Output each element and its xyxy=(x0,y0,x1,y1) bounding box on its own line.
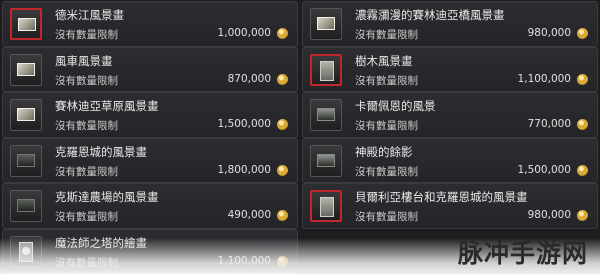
item-name: 濃霧瀰漫的賽林迪亞橋風景畫 xyxy=(355,8,505,22)
painting-thumbnail xyxy=(17,199,35,212)
painting-thumbnail xyxy=(320,197,334,217)
gil-coin-icon xyxy=(277,255,288,267)
portrait-painting-icon[interactable] xyxy=(310,53,342,86)
item-price: 1,100,000 xyxy=(217,254,271,267)
portrait-painting-icon[interactable] xyxy=(310,190,342,222)
item-name: 神殿的餘影 xyxy=(355,144,413,159)
quantity-limit-label: 沒有數量限制 xyxy=(55,211,118,223)
shop-item[interactable]: 神殿的餘影沒有數量限制 1,500,000 xyxy=(302,137,598,183)
gil-coin-icon xyxy=(577,210,588,221)
quantity-limit-label: 沒有數量限制 xyxy=(55,165,118,178)
gil-coin-icon xyxy=(577,73,588,85)
item-name: 貝爾利亞樓台和克羅恩城的風景畫 xyxy=(355,190,528,204)
shop-item[interactable]: 克羅恩城的風景畫 沒有數量限制 1,800,000 xyxy=(2,137,298,183)
tower-painting-icon[interactable] xyxy=(10,235,42,268)
landscape-painting-icon[interactable] xyxy=(10,190,42,222)
shop-item[interactable]: 貝爾利亞樓台和克羅恩城的風景畫 沒有數量限制 980,000 xyxy=(302,183,598,229)
quantity-limit-label: 沒有數量限制 xyxy=(55,74,118,87)
painting-thumbnail xyxy=(19,241,33,262)
item-name: 卡爾佩恩的風景 xyxy=(355,99,436,113)
gil-coin-icon xyxy=(577,28,588,39)
gil-coin-icon xyxy=(277,28,288,39)
landscape-painting-icon[interactable] xyxy=(310,8,342,40)
shop-item[interactable]: 卡爾佩恩的風景 沒有數量限制 770,000 xyxy=(302,92,598,138)
painting-thumbnail xyxy=(320,60,334,81)
item-price: 1,100,000 xyxy=(517,72,571,85)
landscape-painting-icon[interactable] xyxy=(10,53,42,86)
shop-item[interactable]: 德米江風景畫 沒有數量限制 1,000,000 xyxy=(2,1,298,47)
item-price: 1,500,000 xyxy=(217,118,271,130)
shop-item-list: 德米江風景畫 沒有數量限制 1,000,000 濃霧瀰漫的賽林迪亞橋風景畫 沒有數量限制… xyxy=(0,0,600,274)
quantity-limit-label: 沒有數量限制 xyxy=(55,120,118,132)
watermark-text: 脉冲手游网 xyxy=(457,239,588,268)
quantity-limit-label: 沒有數量限制 xyxy=(55,256,118,269)
item-price: 1,000,000 xyxy=(217,27,271,39)
item-name: 克羅恩城的風景畫 xyxy=(55,144,147,159)
quantity-limit-label: 沒有數量限制 xyxy=(55,29,118,41)
item-name: 魔法師之塔的繪畫 xyxy=(55,235,147,250)
painting-thumbnail xyxy=(317,108,335,121)
item-price: 980,000 xyxy=(527,209,571,221)
painting-thumbnail xyxy=(17,62,35,76)
painting-thumbnail xyxy=(317,17,335,30)
shop-item[interactable]: 賽林迪亞草原風景畫 沒有數量限制 1,500,000 xyxy=(2,92,298,138)
quantity-limit-label: 沒有數量限制 xyxy=(355,211,418,223)
gil-coin-icon xyxy=(277,73,288,85)
landscape-painting-icon[interactable] xyxy=(10,8,42,40)
gil-coin-icon xyxy=(277,210,288,221)
item-price: 770,000 xyxy=(527,118,571,130)
landscape-painting-icon[interactable] xyxy=(10,144,42,177)
item-name: 德米江風景畫 xyxy=(55,8,124,22)
shop-item[interactable]: 樹木風景畫沒有數量限制 1,100,000 xyxy=(302,46,598,92)
gil-coin-icon xyxy=(277,119,288,130)
landscape-painting-icon[interactable] xyxy=(310,99,342,131)
item-price: 1,800,000 xyxy=(217,163,271,176)
painting-thumbnail xyxy=(17,108,35,121)
item-name: 樹木風景畫 xyxy=(355,53,413,68)
shop-item[interactable]: 風車風景畫沒有數量限制 870,000 xyxy=(2,46,298,92)
item-name: 賽林迪亞草原風景畫 xyxy=(55,99,159,113)
quantity-limit-label: 沒有數量限制 xyxy=(355,165,418,178)
painting-thumbnail xyxy=(18,18,36,31)
painting-thumbnail xyxy=(317,153,335,167)
quantity-limit-label: 沒有數量限制 xyxy=(355,29,418,41)
quantity-limit-label: 沒有數量限制 xyxy=(355,120,418,132)
shop-item[interactable]: 克斯達農場的風景畫 沒有數量限制 490,000 xyxy=(2,183,298,229)
item-price: 870,000 xyxy=(227,72,271,85)
shop-item[interactable]: 魔法師之塔的繪畫 沒有數量限制 1,100,000 xyxy=(2,228,298,274)
shop-item[interactable]: 濃霧瀰漫的賽林迪亞橋風景畫 沒有數量限制 980,000 xyxy=(302,1,598,47)
painting-thumbnail xyxy=(17,153,35,167)
landscape-painting-icon[interactable] xyxy=(10,99,42,131)
gil-coin-icon xyxy=(577,119,588,130)
item-price: 1,500,000 xyxy=(517,163,571,176)
gil-coin-icon xyxy=(277,164,288,176)
item-name: 風車風景畫 xyxy=(55,53,113,68)
item-price: 490,000 xyxy=(227,209,271,221)
item-name: 克斯達農場的風景畫 xyxy=(55,190,159,204)
quantity-limit-label: 沒有數量限制 xyxy=(355,74,418,87)
gil-coin-icon xyxy=(577,164,588,176)
item-price: 980,000 xyxy=(527,27,571,39)
landscape-painting-icon[interactable] xyxy=(310,144,342,177)
